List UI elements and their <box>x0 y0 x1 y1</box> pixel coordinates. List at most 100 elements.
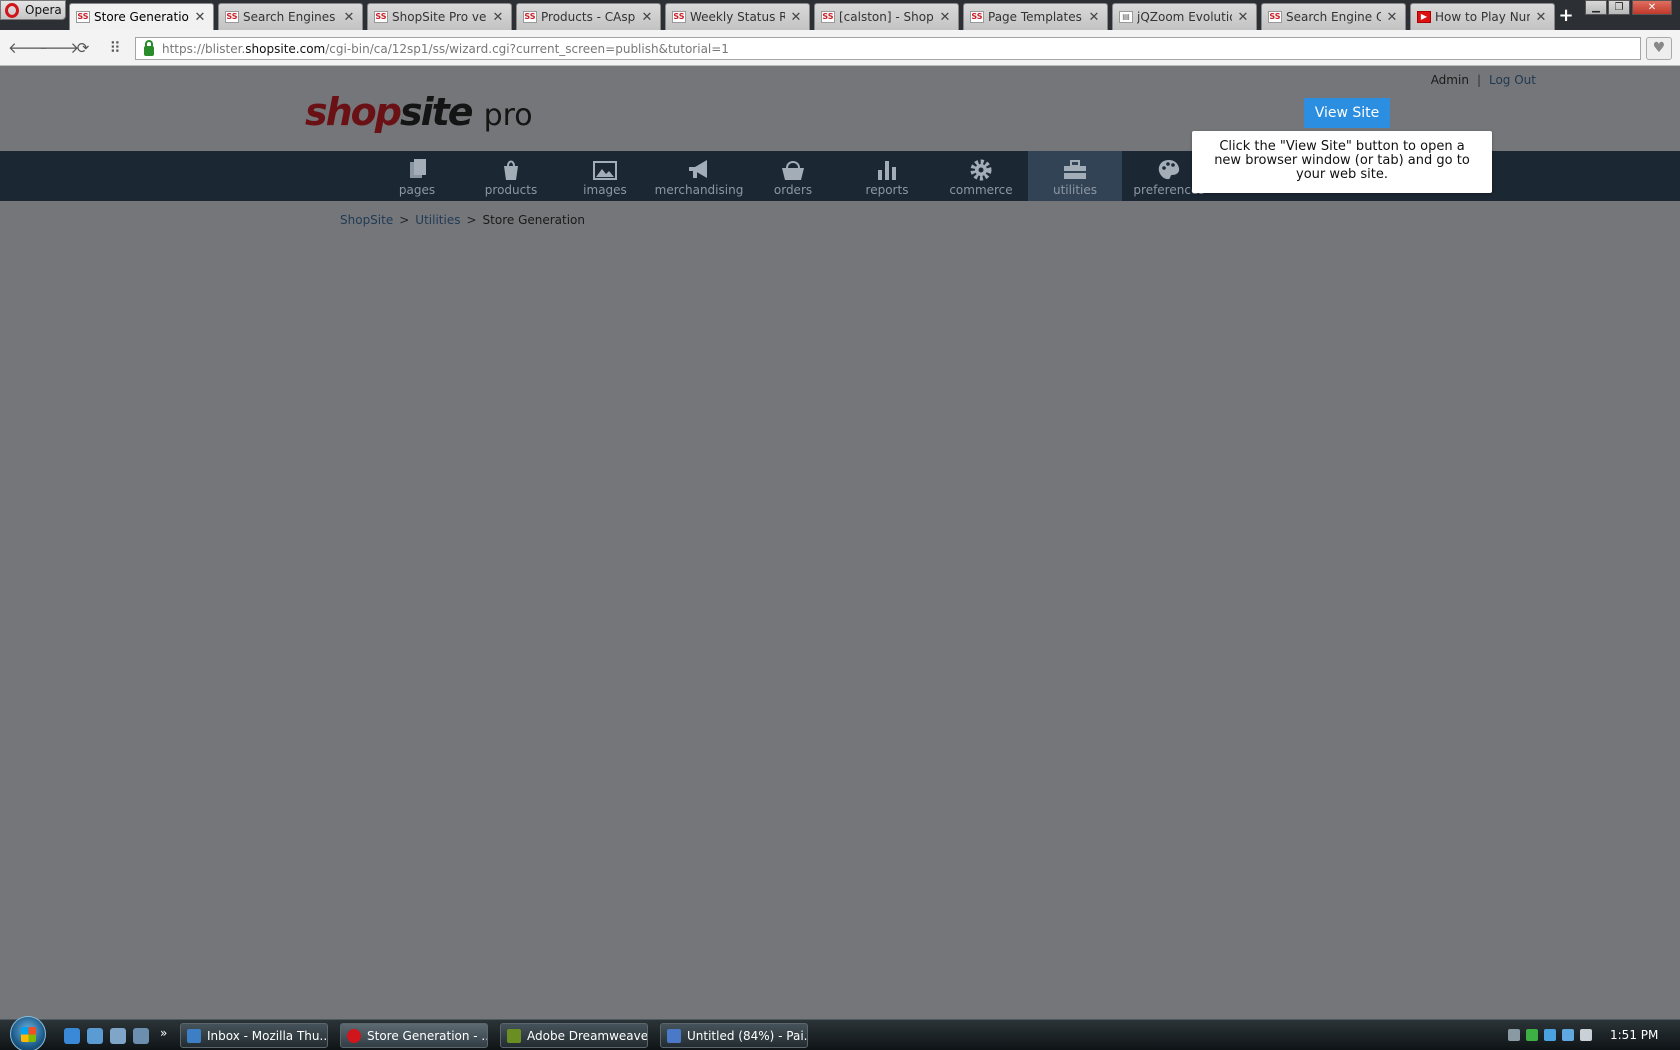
browser-tab[interactable]: SS Store Generation ✕ <box>69 3 214 30</box>
nav-item-commerce[interactable]: commerce <box>934 151 1028 201</box>
tab-title: Page Templates i <box>988 10 1083 24</box>
tab-close-icon[interactable]: ✕ <box>789 10 803 25</box>
opera-menu-button[interactable]: Opera <box>0 0 66 20</box>
nav-item-orders[interactable]: orders <box>746 151 840 201</box>
tab-close-icon[interactable]: ✕ <box>1385 10 1399 25</box>
pages-icon <box>410 159 426 178</box>
megaphone-icon <box>689 160 707 178</box>
images-icon <box>593 161 617 180</box>
products-icon <box>504 160 518 180</box>
nav-label: images <box>583 183 627 197</box>
youtube-favicon-icon: ▶ <box>1417 11 1431 23</box>
tab-title: Store Generation <box>94 10 189 24</box>
switch-windows-icon[interactable] <box>133 1028 149 1044</box>
admin-link[interactable]: Admin <box>1431 73 1469 87</box>
thunderbird-icon <box>187 1028 201 1043</box>
tab-close-icon[interactable]: ✕ <box>193 10 207 25</box>
tutorial-tooltip: Click the "View Site" button to open a n… <box>1192 131 1492 193</box>
show-desktop-icon[interactable] <box>110 1028 126 1044</box>
tab-close-icon[interactable]: ✕ <box>1534 10 1548 25</box>
opera-menu-label: Opera <box>25 3 62 17</box>
security-check-icon[interactable] <box>1526 1029 1538 1041</box>
tab-close-icon[interactable]: ✕ <box>938 10 952 25</box>
url-text: https://blister.shopsite.com/cgi-bin/ca/… <box>162 41 729 56</box>
start-button[interactable] <box>10 1016 46 1050</box>
browser-tab[interactable]: SS ShopSite Pro vers ✕ <box>367 3 512 30</box>
volume-icon[interactable] <box>1580 1029 1592 1041</box>
nav-label: commerce <box>949 183 1013 197</box>
task-label: Untitled (84%) - Pai... <box>687 1028 807 1043</box>
windows-taskbar: » Inbox - Mozilla Thu... Store Generatio… <box>0 1016 1680 1050</box>
tab-close-icon[interactable]: ✕ <box>640 10 654 25</box>
shopsite-favicon-icon: SS <box>76 11 90 23</box>
nav-item-merchandising[interactable]: merchandising <box>652 151 746 201</box>
browser-tab[interactable]: SS Search Engines ✕ <box>218 3 363 30</box>
nav-item-utilities[interactable]: utilities <box>1028 151 1122 201</box>
nav-label: pages <box>398 183 436 197</box>
nav-label: merchandising <box>654 183 744 197</box>
dreamweaver-icon <box>507 1028 521 1043</box>
reload-icon[interactable]: ⟳ <box>72 38 94 58</box>
tab-title: Search Engine Op <box>1286 10 1381 24</box>
tab-close-icon[interactable]: ✕ <box>342 10 356 25</box>
view-site-button[interactable]: View Site <box>1304 98 1390 128</box>
nav-item-products[interactable]: products <box>464 151 558 201</box>
bookmark-heart-icon[interactable]: ♥ <box>1646 37 1672 60</box>
breadcrumb-separator: > <box>466 213 477 227</box>
clock[interactable]: 1:51 PM <box>1610 1028 1658 1042</box>
browser-tab[interactable]: ▤ jQZoom Evolution ✕ <box>1112 3 1257 30</box>
browser-tab[interactable]: SS [calston] - ShopSi ✕ <box>814 3 959 30</box>
address-bar[interactable]: https://blister.shopsite.com/cgi-bin/ca/… <box>135 37 1641 60</box>
tab-close-icon[interactable]: ✕ <box>491 10 505 25</box>
tab-close-icon[interactable]: ✕ <box>1087 10 1101 25</box>
nav-label: orders <box>773 183 813 197</box>
nav-item-images[interactable]: images <box>558 151 652 201</box>
back-arrow-icon[interactable]: 🡐 <box>8 38 48 58</box>
breadcrumb-link-utilities[interactable]: Utilities <box>415 213 460 227</box>
browser-tab[interactable]: SS Search Engine Op ✕ <box>1261 3 1406 30</box>
taskbar-task[interactable]: Adobe Dreamweave... <box>500 1023 648 1048</box>
shopsite-favicon-icon: SS <box>672 11 686 23</box>
dropbox-icon[interactable] <box>1562 1029 1574 1041</box>
taskbar-task[interactable]: Untitled (84%) - Pai... <box>660 1023 808 1048</box>
logout-link[interactable]: Log Out <box>1489 73 1536 87</box>
palette-icon <box>1158 160 1180 180</box>
secure-lock-icon <box>144 39 154 56</box>
browser-tab[interactable]: SS Page Templates i ✕ <box>963 3 1108 30</box>
speed-dial-grid-icon[interactable]: ⠿ <box>104 38 126 58</box>
task-label: Store Generation - ... <box>367 1028 487 1043</box>
network-icon[interactable] <box>1508 1029 1520 1041</box>
internet-explorer-icon[interactable] <box>64 1028 80 1044</box>
opera-logo-icon <box>5 2 19 18</box>
taskbar-task[interactable]: Inbox - Mozilla Thu... <box>180 1023 328 1048</box>
system-tray: 1:51 PM <box>1500 1020 1680 1050</box>
browser-tab[interactable]: SS Products - CAsp3 ✕ <box>516 3 661 30</box>
shopsite-favicon-icon: SS <box>821 11 835 23</box>
paint-icon <box>667 1028 681 1043</box>
breadcrumb: ShopSite > Utilities > Store Generation <box>340 213 585 227</box>
browser-tab[interactable]: ▶ How to Play Num ✕ <box>1410 3 1555 30</box>
nav-item-pages[interactable]: pages <box>370 151 464 201</box>
taskbar-task[interactable]: Store Generation - ... <box>340 1023 488 1048</box>
shopsite-favicon-icon: SS <box>1268 11 1282 23</box>
tab-title: Products - CAsp3 <box>541 10 636 24</box>
close-window-button[interactable]: ✕ <box>1632 0 1672 15</box>
tab-close-icon[interactable]: ✕ <box>1236 10 1250 25</box>
quicklaunch-overflow-icon[interactable]: » <box>160 1026 167 1040</box>
minimize-window-button[interactable]: ▁ <box>1585 0 1607 15</box>
bar-chart-icon <box>878 161 896 180</box>
breadcrumb-link-shopsite[interactable]: ShopSite <box>340 213 393 227</box>
task-label: Adobe Dreamweave... <box>527 1028 647 1043</box>
task-label: Inbox - Mozilla Thu... <box>207 1028 327 1043</box>
nav-item-reports[interactable]: reports <box>840 151 934 201</box>
windows-logo-icon <box>21 1027 36 1042</box>
maximize-window-button[interactable]: ❐ <box>1608 0 1630 15</box>
skype-icon[interactable] <box>1544 1029 1556 1041</box>
basket-icon <box>782 161 804 180</box>
outlook-icon[interactable] <box>87 1028 103 1044</box>
new-tab-button[interactable]: + <box>1556 5 1576 26</box>
forward-arrow-icon[interactable]: 🡒 <box>39 38 79 58</box>
nav-label: reports <box>865 183 909 197</box>
browser-tab[interactable]: SS Weekly Status Rep ✕ <box>665 3 810 30</box>
tab-title: ShopSite Pro vers <box>392 10 487 24</box>
